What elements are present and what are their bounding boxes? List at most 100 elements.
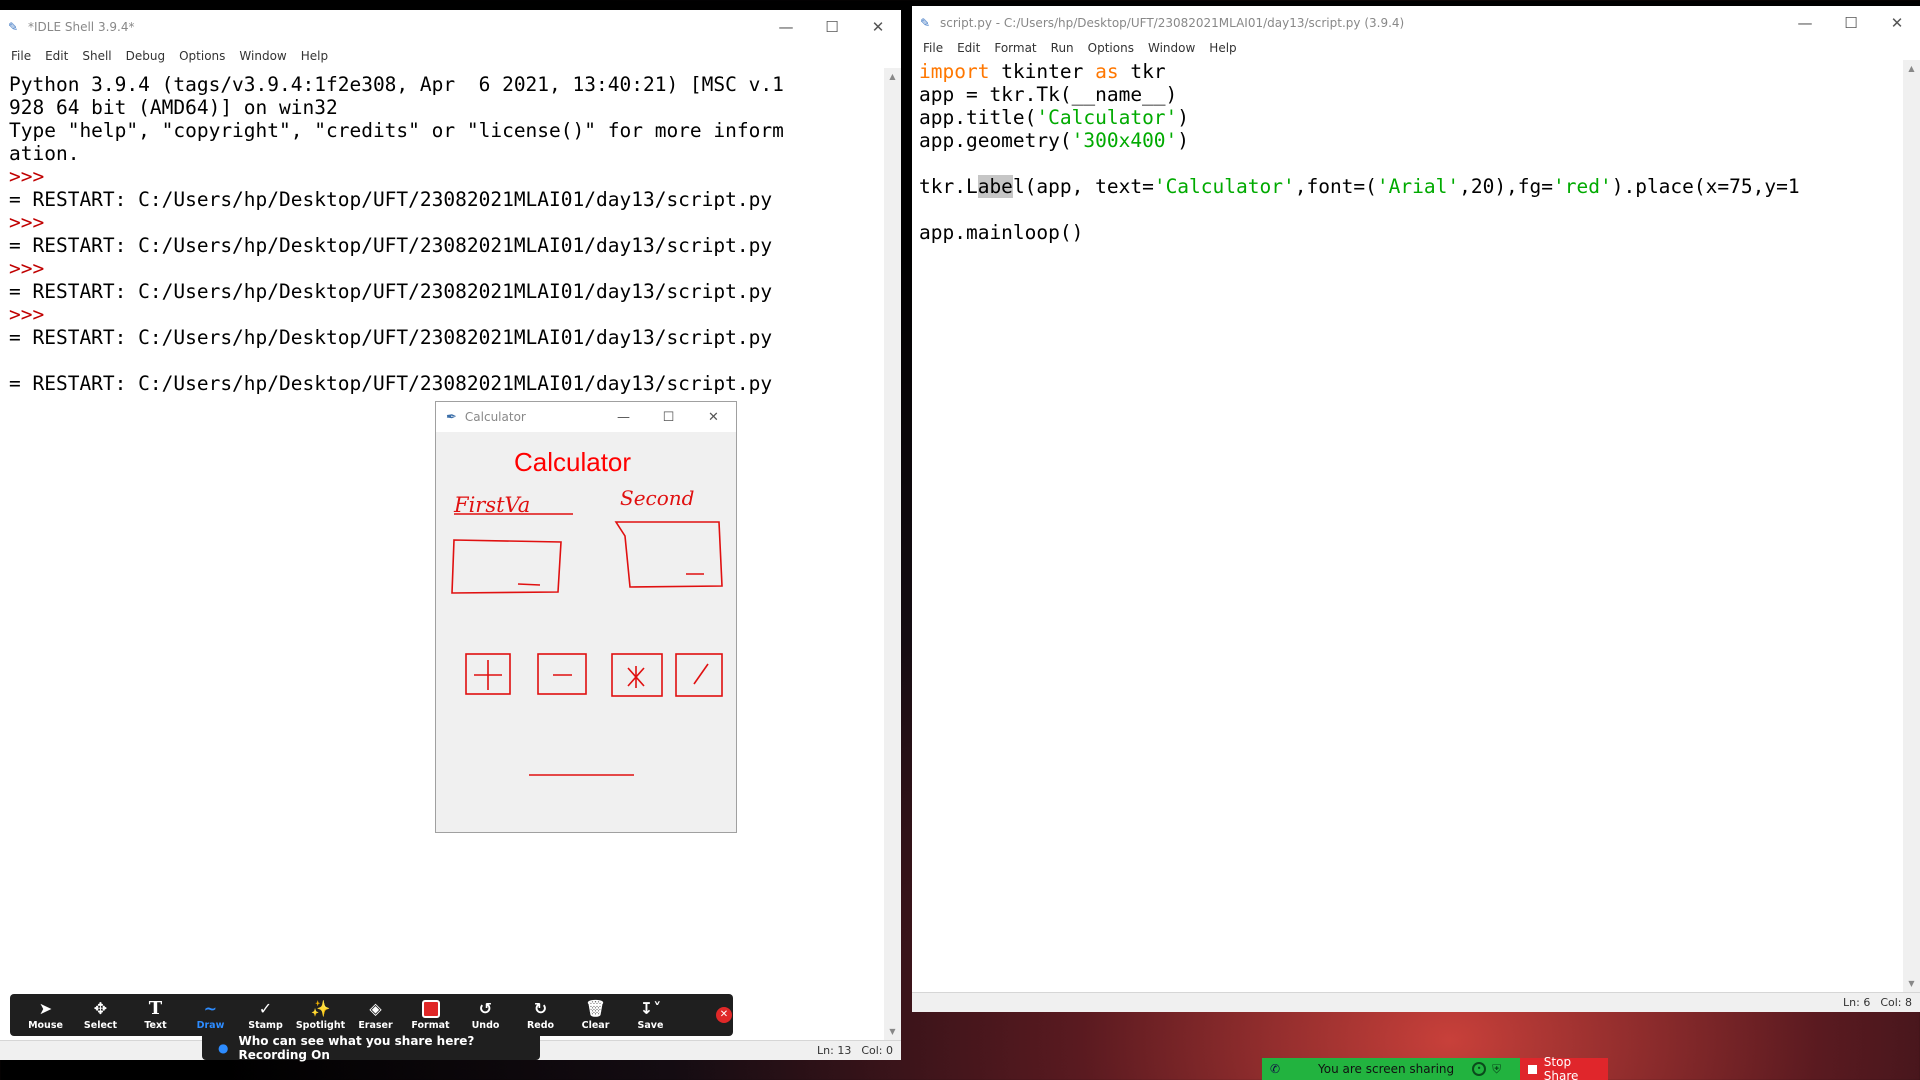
menu-window[interactable]: Window [232, 49, 293, 63]
tool-label: Spotlight [295, 1019, 346, 1031]
minimize-icon[interactable]: — [763, 10, 809, 44]
shell-scrollbar[interactable]: ▲ ▼ [884, 68, 901, 1040]
first-input-box-sketch [451, 539, 562, 594]
code-token: tkinter [989, 60, 1096, 83]
tool-redo[interactable]: ↻ Redo [513, 994, 568, 1036]
menu-options[interactable]: Options [172, 49, 232, 63]
code-token: '300x400' [1071, 129, 1178, 152]
code-line: tkr.Label(app, text='Calculator',font=('… [919, 175, 1903, 198]
code-token: ) [1177, 129, 1190, 152]
code-token: tkr [1118, 60, 1166, 83]
tool-clear[interactable]: 🗑 Clear [568, 994, 623, 1036]
column-number: Col: 8 [1880, 996, 1912, 1009]
menu-file[interactable]: File [4, 49, 38, 63]
trash-icon: 🗑 [585, 998, 606, 1018]
save-icon: ↧˅ [639, 998, 662, 1018]
python-icon: ✎ [920, 16, 931, 30]
scroll-up-icon[interactable]: ▲ [1903, 60, 1920, 77]
text-icon: T [148, 997, 163, 1019]
menu-format[interactable]: Format [987, 41, 1043, 55]
check-icon: ✓ [258, 998, 273, 1018]
tool-undo[interactable]: ↺ Undo [458, 994, 513, 1036]
zoom-annotation-toolbar: ➤ Mouse ✥ Select T Text ∼ Draw ✓ Stamp ✨ Spotl… [10, 994, 733, 1036]
scroll-down-icon[interactable]: ▼ [1903, 975, 1920, 992]
maximize-icon[interactable]: ☐ [809, 10, 855, 44]
maximize-icon[interactable]: ☐ [646, 402, 691, 432]
code-token: ) [1177, 106, 1190, 129]
tool-label: Clear [581, 1019, 610, 1031]
tool-draw[interactable]: ∼ Draw [183, 994, 238, 1036]
calculator-titlebar[interactable]: ✒ Calculator — ☐ ✕ [436, 402, 736, 432]
tool-label: Select [83, 1019, 118, 1031]
tool-save[interactable]: ↧˅ Save [623, 994, 678, 1036]
code-token: app = tkr.Tk(__name__) [919, 83, 1178, 106]
tool-label: Format [411, 1019, 450, 1031]
menu-run[interactable]: Run [1044, 41, 1081, 55]
shell-prompt: >>> [9, 257, 45, 280]
scroll-up-icon[interactable]: ▲ [884, 68, 901, 85]
menu-edit[interactable]: Edit [38, 49, 75, 63]
editor-titlebar[interactable]: ✎ script.py - C:/Users/hp/Desktop/UFT/23… [912, 6, 1920, 40]
code-token: 'Arial' [1376, 175, 1460, 198]
close-toolbar-icon[interactable]: ✕ [716, 1007, 732, 1023]
shell-prompt: >>> [9, 165, 45, 188]
minimize-icon[interactable]: — [601, 402, 646, 432]
tool-text[interactable]: T Text [128, 994, 183, 1036]
tool-format[interactable]: Format [403, 994, 458, 1036]
menu-options[interactable]: Options [1081, 41, 1141, 55]
tool-label: Mouse [28, 1019, 63, 1031]
calculator-window: ✒ Calculator — ☐ ✕ Calculator FirstVa Se… [435, 401, 737, 833]
tool-label: Save [637, 1019, 664, 1031]
close-icon[interactable]: ✕ [691, 402, 736, 432]
tool-stamp[interactable]: ✓ Stamp [238, 994, 293, 1036]
code-token: ,20),fg= [1459, 175, 1554, 198]
menu-window[interactable]: Window [1141, 41, 1202, 55]
editor-text-area[interactable]: import tkinter as tkr app = tkr.Tk(__name… [919, 60, 1903, 244]
tool-mouse[interactable]: ➤ Mouse [18, 994, 73, 1036]
shell-prompt: >>> [9, 211, 45, 234]
editor-menubar: File Edit Format Run Options Window Help [912, 36, 1920, 60]
menu-file[interactable]: File [916, 41, 950, 55]
screen-sharing-bar[interactable]: ✆ You are screen sharing • ⛨ [1262, 1058, 1520, 1080]
who-can-see-banner[interactable]: ● Who can see what you share here? Recor… [202, 1034, 540, 1062]
tool-eraser[interactable]: ◈ Eraser [348, 994, 403, 1036]
menu-shell[interactable]: Shell [75, 49, 118, 63]
wand-icon: ✨ [310, 998, 331, 1018]
tool-label: Eraser [358, 1019, 393, 1031]
line-number: Ln: 13 [817, 1044, 852, 1057]
menu-debug[interactable]: Debug [119, 49, 172, 63]
shell-output[interactable]: Python 3.9.4 (tags/v3.9.4:1f2e308, Apr 6… [9, 73, 784, 395]
stop-share-button[interactable]: Stop Share [1520, 1055, 1608, 1080]
scroll-down-icon[interactable]: ▼ [884, 1023, 901, 1040]
calculator-title: Calculator [464, 410, 526, 424]
minimize-icon[interactable]: — [1782, 6, 1828, 40]
menu-help[interactable]: Help [294, 49, 335, 63]
shell-line: Type "help", "copyright", "credits" or "… [9, 119, 784, 142]
code-token: ).place(x=75,y=1 [1611, 175, 1800, 198]
code-line: app.title('Calculator') [919, 106, 1903, 129]
code-token: l(app, text= [1012, 175, 1154, 198]
cursor-icon: ➤ [38, 998, 53, 1018]
column-number: Col: 0 [861, 1044, 893, 1057]
undo-icon: ↺ [478, 998, 493, 1018]
menu-edit[interactable]: Edit [950, 41, 987, 55]
menu-help[interactable]: Help [1202, 41, 1243, 55]
editor-scrollbar[interactable]: ▲ ▼ [1903, 60, 1920, 992]
shield-icon[interactable]: ⛨ [1492, 1062, 1501, 1077]
tool-spotlight[interactable]: ✨ Spotlight [293, 994, 348, 1036]
code-token: import [919, 60, 990, 83]
screen-sharing-status: You are screen sharing [1318, 1062, 1455, 1076]
tool-select[interactable]: ✥ Select [73, 994, 128, 1036]
color-swatch-icon [421, 999, 440, 1018]
idle-shell-titlebar[interactable]: ✎ *IDLE Shell 3.9.4* — ☐ ✕ [0, 10, 901, 44]
maximize-icon[interactable]: ☐ [1828, 6, 1874, 40]
close-icon[interactable]: ✕ [1874, 6, 1920, 40]
close-icon[interactable]: ✕ [855, 10, 901, 44]
annotation-sketch: FirstVa Second [451, 486, 723, 776]
code-token: 'Calculator' [1153, 175, 1295, 198]
shell-line: ation. [9, 142, 80, 165]
pause-icon[interactable]: • [1472, 1062, 1487, 1076]
tool-label: Draw [196, 1019, 225, 1031]
